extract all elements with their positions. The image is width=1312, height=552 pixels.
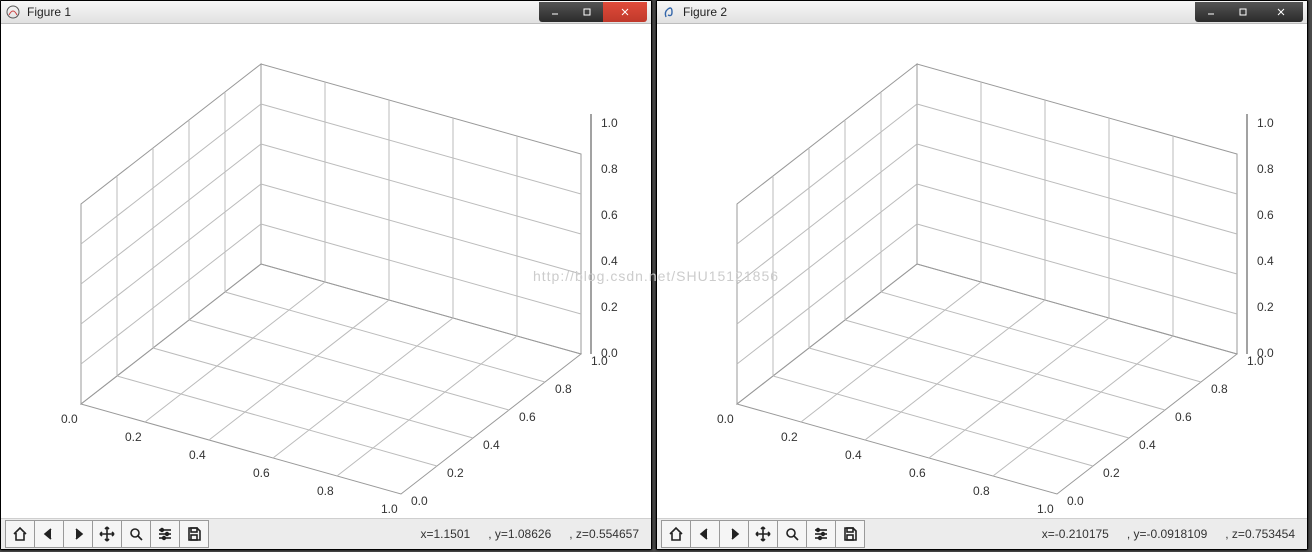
home-button[interactable] <box>661 520 691 548</box>
y-tick: 0.8 <box>1211 382 1228 396</box>
plot-canvas-1[interactable]: 0.0 0.2 0.4 0.6 0.8 1.0 0.0 0.2 0.4 0.6 … <box>1 24 651 518</box>
status-x: x=1.1501 <box>420 527 470 541</box>
forward-button[interactable] <box>719 520 749 548</box>
x-tick: 0.8 <box>317 484 334 498</box>
titlebar-2[interactable]: Figure 2 <box>657 1 1307 24</box>
window-title: Figure 2 <box>683 5 1195 19</box>
save-button[interactable] <box>179 520 209 548</box>
y-tick: 0.6 <box>1175 410 1192 424</box>
status-y: , y=-0.0918109 <box>1127 527 1207 541</box>
x-tick: 0.4 <box>845 448 862 462</box>
figure-window-2: Figure 2 <box>656 0 1308 550</box>
y-tick: 0.0 <box>1067 494 1084 508</box>
y-tick: 0.6 <box>519 410 536 424</box>
y-tick: 0.2 <box>447 466 464 480</box>
x-tick: 0.4 <box>189 448 206 462</box>
axes3d-svg <box>657 24 1307 518</box>
x-tick: 0.6 <box>253 466 270 480</box>
z-tick: 0.8 <box>601 162 618 176</box>
status-x: x=-0.210175 <box>1042 527 1109 541</box>
toolbar-2: x=-0.210175 , y=-0.0918109 , z=0.753454 <box>657 518 1307 549</box>
z-tick: 0.8 <box>1257 162 1274 176</box>
x-tick: 0.2 <box>125 430 142 444</box>
z-tick: 0.6 <box>1257 208 1274 222</box>
forward-button[interactable] <box>63 520 93 548</box>
zoom-button[interactable] <box>777 520 807 548</box>
minimize-button[interactable] <box>1195 2 1227 22</box>
z-tick: 1.0 <box>1257 116 1274 130</box>
z-tick: 0.2 <box>1257 300 1274 314</box>
configure-button[interactable] <box>806 520 836 548</box>
pan-button[interactable] <box>92 520 122 548</box>
y-tick: 0.4 <box>1139 438 1156 452</box>
maximize-button[interactable] <box>1227 2 1259 22</box>
x-tick: 0.0 <box>717 412 734 426</box>
app-icon <box>661 4 677 20</box>
window-title: Figure 1 <box>27 5 539 19</box>
zoom-button[interactable] <box>121 520 151 548</box>
titlebar-1[interactable]: Figure 1 <box>1 1 651 24</box>
plot-canvas-2[interactable]: 0.0 0.2 0.4 0.6 0.8 1.0 0.0 0.2 0.4 0.6 … <box>657 24 1307 518</box>
minimize-button[interactable] <box>539 2 571 22</box>
configure-button[interactable] <box>150 520 180 548</box>
status-z: , z=0.554657 <box>569 527 639 541</box>
x-tick: 1.0 <box>381 502 398 516</box>
y-tick: 0.8 <box>555 382 572 396</box>
status-readout: x=1.1501 , y=1.08626 , z=0.554657 <box>420 527 647 541</box>
z-tick: 0.0 <box>1257 346 1274 360</box>
x-tick: 0.8 <box>973 484 990 498</box>
z-tick: 0.2 <box>601 300 618 314</box>
app-icon <box>5 4 21 20</box>
axes3d-svg <box>1 24 651 518</box>
figure-window-1: Figure 1 <box>0 0 652 550</box>
x-tick: 0.2 <box>781 430 798 444</box>
back-button[interactable] <box>34 520 64 548</box>
status-readout: x=-0.210175 , y=-0.0918109 , z=0.753454 <box>1042 527 1303 541</box>
y-tick: 0.4 <box>483 438 500 452</box>
y-tick: 0.2 <box>1103 466 1120 480</box>
back-button[interactable] <box>690 520 720 548</box>
x-tick: 0.6 <box>909 466 926 480</box>
close-button[interactable] <box>1259 2 1303 22</box>
toolbar-1: x=1.1501 , y=1.08626 , z=0.554657 <box>1 518 651 549</box>
z-tick: 0.0 <box>601 346 618 360</box>
z-tick: 1.0 <box>601 116 618 130</box>
z-tick: 0.4 <box>1257 254 1274 268</box>
status-y: , y=1.08626 <box>488 527 551 541</box>
pan-button[interactable] <box>748 520 778 548</box>
x-tick: 1.0 <box>1037 502 1054 516</box>
save-button[interactable] <box>835 520 865 548</box>
home-button[interactable] <box>5 520 35 548</box>
status-z: , z=0.753454 <box>1225 527 1295 541</box>
y-tick: 0.0 <box>411 494 428 508</box>
z-tick: 0.4 <box>601 254 618 268</box>
maximize-button[interactable] <box>571 2 603 22</box>
x-tick: 0.0 <box>61 412 78 426</box>
close-button[interactable] <box>603 2 647 22</box>
z-tick: 0.6 <box>601 208 618 222</box>
